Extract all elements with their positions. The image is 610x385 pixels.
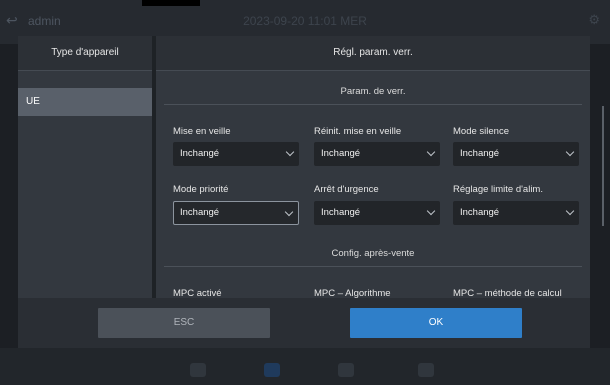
emergency-stop-select[interactable]: Inchangé [314,201,440,225]
section-title-after-sales: Config. après-vente [331,248,415,259]
priority-mode-select[interactable]: Inchangé [173,201,299,225]
field-label-emergency-stop: Arrêt d'urgence [314,184,379,195]
reset-standby-select-value: Inchangé [321,148,361,159]
chevron-down-icon [426,147,436,157]
section-title-lock-params: Param. de verr. [340,86,406,97]
scrollbar[interactable] [602,106,604,226]
devices-icon[interactable] [264,363,280,377]
chevron-down-icon [284,207,294,217]
chevron-down-icon [565,147,575,157]
silent-mode-select-value: Inchangé [460,148,500,159]
section-divider [164,104,582,105]
lock-params-header: Régl. param. verr. [156,36,590,71]
field-label-mpc-calc-method: MPC – méthode de calcul [453,288,562,298]
lock-params-panel[interactable]: Régl. param. verr. Param. de verr. Mise … [156,36,590,298]
field-label-mpc-enabled: MPC activé [173,288,222,298]
gear-icon[interactable]: ⚙ [588,12,600,28]
chevron-down-icon [285,147,295,157]
chevron-down-icon [565,206,575,216]
home-icon[interactable] [190,363,206,377]
device-type-header: Type d'appareil [18,36,152,71]
reset-standby-select[interactable]: Inchangé [314,142,440,166]
ok-button[interactable]: OK [350,308,522,338]
notch [142,0,200,6]
field-label-silent-mode: Mode silence [453,126,509,137]
chevron-down-icon [426,206,436,216]
standby-select[interactable]: Inchangé [173,142,299,166]
datetime: 2023-09-20 11:01 MER [243,14,367,28]
report-icon[interactable] [418,363,434,377]
power-limit-select-value: Inchangé [460,207,500,218]
dialog-footer: ESC OK [18,298,590,348]
standby-select-value: Inchangé [180,148,220,159]
bottom-nav [0,348,610,385]
priority-mode-select-value: Inchangé [180,207,220,218]
field-label-power-limit: Réglage limite d'alim. [453,184,543,195]
field-label-mpc-algorithm: MPC – Algorithme [314,288,391,298]
device-type-panel: Type d'appareil UE [18,36,152,298]
section-divider [164,266,582,267]
emergency-stop-select-value: Inchangé [321,207,361,218]
esc-button[interactable]: ESC [98,308,270,338]
device-type-item-ue[interactable]: UE [18,88,152,116]
silent-mode-select[interactable]: Inchangé [453,142,579,166]
power-limit-select[interactable]: Inchangé [453,201,579,225]
calendar-icon[interactable] [338,363,354,377]
field-label-priority-mode: Mode priorité [173,184,229,195]
lock-settings-dialog: Type d'appareil UE Régl. param. verr. Pa… [18,36,604,348]
field-label-reset-standby: Réinit. mise en veille [314,126,402,137]
field-label-standby: Mise en veille [173,126,231,137]
